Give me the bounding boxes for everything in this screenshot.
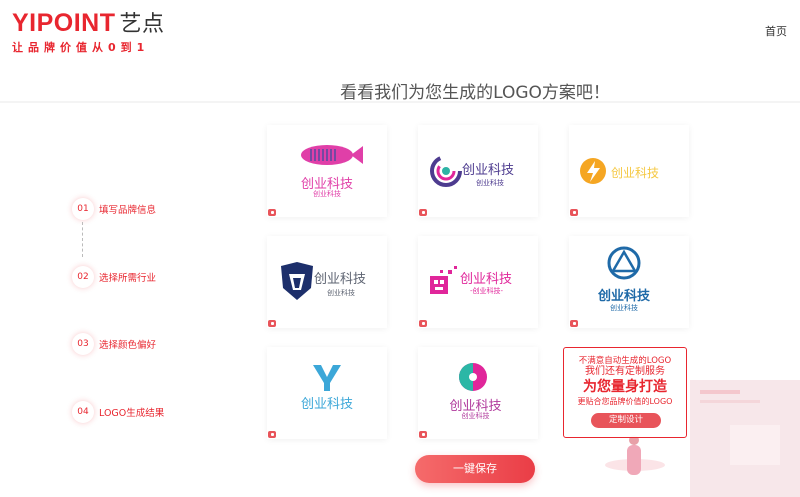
logo-subtitle: 创业科技 (327, 289, 355, 297)
favorite-tag-icon[interactable] (419, 431, 427, 438)
step-number: 02 (72, 266, 94, 288)
header-divider (0, 101, 800, 103)
circle-triangle-logo-icon (607, 246, 641, 280)
logo-title: 创业科技 (597, 289, 650, 304)
logo-title: 创业科技 (462, 163, 515, 178)
custom-design-button[interactable]: 定制设计 (591, 413, 661, 428)
save-all-button[interactable]: 一键保存 (415, 455, 535, 483)
brand-wordmark: YIPOINT 艺点 (12, 9, 165, 37)
step-connector (82, 222, 83, 257)
step-item: 02 选择所需行业 (72, 264, 156, 290)
favorite-tag-icon[interactable] (419, 320, 427, 327)
brand-slogan: 让品牌价值从0到1 (12, 41, 150, 54)
step-item: 04 LOGO生成结果 (72, 399, 164, 425)
step-number: 03 (72, 333, 94, 355)
step-label: 选择颜色偏好 (99, 340, 157, 351)
favorite-tag-icon[interactable] (268, 209, 276, 216)
step-item: 01 填写品牌信息 (72, 196, 156, 222)
logo-card-3[interactable]: 创业科技 (569, 125, 689, 217)
brand-logo[interactable]: YIPOINT 艺点 让品牌价值从0到1 (12, 10, 165, 55)
promo-line-4: 更贴合您品牌价值的LOGO (577, 397, 673, 406)
step-label: 填写品牌信息 (99, 205, 157, 216)
logo-subtitle: -创业科技- (470, 287, 504, 295)
logo-card-4[interactable]: 创业科技 创业科技 (267, 236, 387, 328)
logo-subtitle: 创业科技 (461, 412, 490, 420)
logo-subtitle: 创业科技 (313, 190, 341, 198)
logo-subtitle: 创业科技 (476, 179, 504, 187)
step-item: 03 选择颜色偏好 (72, 331, 156, 357)
header: YIPOINT 艺点 让品牌价值从0到1 首页 (0, 0, 800, 60)
logo-card-7[interactable]: 创业科技 (267, 347, 387, 439)
logo-card-8[interactable]: 创业科技 创业科技 (418, 347, 538, 439)
promo-line-3: 为您量身打造 (583, 379, 667, 395)
logo-card-6[interactable]: 创业科技 创业科技 (569, 236, 689, 328)
favorite-tag-icon[interactable] (419, 209, 427, 216)
step-label: 选择所需行业 (99, 273, 157, 284)
logo-card-2[interactable]: 创业科技 创业科技 (418, 125, 538, 217)
step-label: LOGO生成结果 (99, 408, 165, 419)
favorite-tag-icon[interactable] (570, 209, 578, 216)
steps-list: 01 填写品牌信息 02 选择所需行业 03 选择颜色偏好 04 LOGO生成结… (72, 190, 272, 450)
logo-subtitle: 创业科技 (610, 304, 638, 312)
favorite-tag-icon[interactable] (268, 320, 276, 327)
logo-title: 创业科技 (611, 166, 660, 180)
step-number: 01 (72, 198, 94, 220)
favorite-tag-icon[interactable] (570, 320, 578, 327)
page-title: 看看我们为您生成的LOGO方案吧！ (340, 83, 610, 103)
logo-title: 创业科技 (314, 272, 367, 287)
logo-title: 创业科技 (460, 272, 513, 287)
favorite-tag-icon[interactable] (268, 431, 276, 438)
logo-card-5[interactable]: 创业科技 -创业科技- (418, 236, 538, 328)
logo-card-1[interactable]: 创业科技 创业科技 (267, 125, 387, 217)
logo-title: 创业科技 (300, 397, 353, 412)
duo-circle-face-logo-icon (459, 363, 487, 391)
step-number: 04 (72, 401, 94, 423)
home-link[interactable]: 首页 (765, 23, 787, 39)
fish-comb-logo-icon (301, 145, 363, 165)
promo-line-1: 不满意自动生成的LOGO (578, 356, 672, 366)
custom-design-promo: 不满意自动生成的LOGO 我们还有定制服务 为您量身打造 更贴合您品牌价值的LO… (563, 347, 687, 438)
promo-line-2: 我们还有定制服务 (585, 366, 665, 377)
